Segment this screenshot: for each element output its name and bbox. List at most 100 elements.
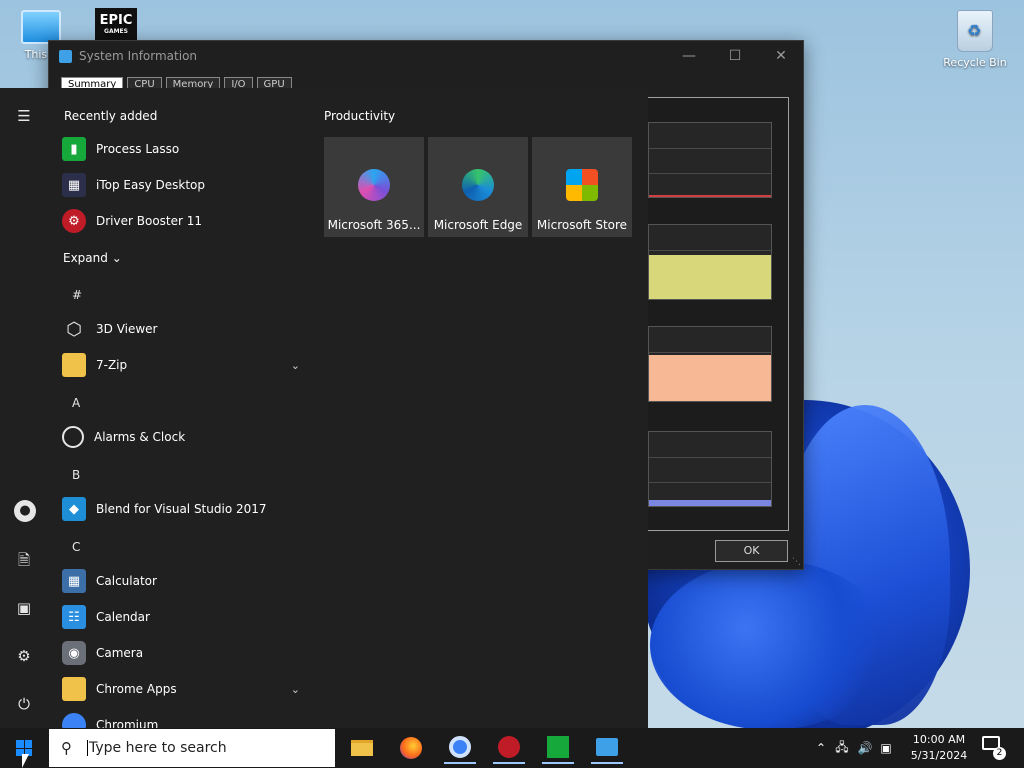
system-information-icon	[596, 738, 618, 756]
letter-header-a[interactable]: A	[72, 396, 80, 410]
chromium-icon	[62, 713, 86, 728]
tile-microsoft-365[interactable]: Microsoft 365...	[324, 137, 424, 237]
search-input[interactable]	[89, 740, 319, 756]
app-camera[interactable]: ◉ Camera	[48, 635, 310, 671]
microsoft-365-icon	[358, 169, 390, 201]
taskbar-file-explorer[interactable]	[346, 732, 378, 764]
firefox-icon	[400, 737, 422, 759]
resize-grip-icon[interactable]: ⋱	[792, 557, 801, 567]
app-label: Calculator	[96, 574, 157, 588]
settings-icon[interactable]: ⚙	[10, 642, 38, 670]
system-tray: ⌃ 🖧 🔊 ▣	[816, 728, 896, 768]
app-3d-viewer[interactable]: ⬡ 3D Viewer	[48, 311, 310, 347]
recently-added-header: Recently added	[64, 109, 158, 123]
expand-button[interactable]: Expand ⌄	[63, 251, 122, 265]
hamburger-icon[interactable]: ☰	[10, 102, 38, 130]
chevron-down-icon[interactable]: ⌄	[291, 359, 300, 372]
screen-icon[interactable]: ▣	[876, 741, 896, 755]
app-label: iTop Easy Desktop	[96, 178, 205, 192]
mouse-cursor	[22, 754, 29, 768]
chevron-up-icon[interactable]: ⌃	[816, 741, 830, 755]
app-chrome-apps[interactable]: Chrome Apps ⌄	[48, 671, 310, 707]
letter-header-b[interactable]: B	[72, 468, 80, 482]
blend-icon: ◆	[62, 497, 86, 521]
camera-icon: ◉	[62, 641, 86, 665]
app-label: Alarms & Clock	[94, 430, 186, 444]
process-lasso-icon	[547, 736, 569, 758]
app-label: Chrome Apps	[96, 682, 177, 696]
cpu-graph	[648, 122, 772, 198]
app-label: 7-Zip	[96, 358, 128, 372]
driver-booster-icon: ⚙	[62, 209, 86, 233]
notification-center-button[interactable]: 2	[982, 736, 1006, 760]
chevron-down-icon: ⌄	[111, 251, 122, 265]
memory-graph	[648, 224, 772, 300]
minimize-button[interactable]: —	[666, 45, 712, 67]
edge-icon	[462, 169, 494, 201]
taskbar-driver-booster[interactable]	[493, 732, 525, 764]
start-menu: ☰ ● 🗎 ▣ ⚙ ⏻ Recently added ▮ Process Las…	[0, 88, 648, 728]
app-7-zip[interactable]: 7-Zip ⌄	[48, 347, 310, 383]
taskbar-chromium[interactable]	[444, 732, 476, 764]
calendar-icon: ☷	[62, 605, 86, 629]
gpu-graph	[648, 431, 772, 507]
chevron-down-icon[interactable]: ⌄	[291, 683, 300, 696]
tile-label: Microsoft Store	[536, 218, 628, 232]
app-blend[interactable]: ◆ Blend for Visual Studio 2017	[48, 491, 310, 527]
tile-microsoft-edge[interactable]: Microsoft Edge	[428, 137, 528, 237]
app-label: Blend for Visual Studio 2017	[96, 502, 267, 516]
store-icon	[566, 169, 598, 201]
notification-badge: 2	[993, 747, 1006, 760]
itop-easy-desktop-icon: ▦	[62, 173, 86, 197]
system-information-icon	[59, 49, 72, 63]
app-calculator[interactable]: ▦ Calculator	[48, 563, 310, 599]
close-button[interactable]: ✕	[758, 45, 804, 67]
user-icon[interactable]: ●	[14, 500, 36, 522]
app-process-lasso[interactable]: ▮ Process Lasso	[48, 131, 310, 167]
process-lasso-icon: ▮	[62, 137, 86, 161]
cpu-graph-fill	[649, 189, 771, 197]
documents-icon[interactable]: 🗎	[10, 546, 38, 574]
clock[interactable]: 10:00 AM 5/31/2024	[904, 732, 974, 764]
file-explorer-icon	[351, 740, 373, 756]
ok-button[interactable]: OK	[715, 540, 788, 562]
chromium-icon	[449, 736, 471, 758]
wallpaper-bloom-petal	[650, 560, 890, 730]
app-chromium[interactable]: Chromium	[48, 707, 310, 728]
taskbar-system-information[interactable]	[591, 732, 623, 764]
memory-graph-fill	[649, 255, 771, 299]
letter-header-c[interactable]: C	[72, 540, 80, 554]
power-icon[interactable]: ⏻	[10, 690, 38, 718]
maximize-button[interactable]: ☐	[712, 45, 758, 67]
desktop-icon-label: Recycle Bin	[943, 56, 1007, 69]
io-graph-fill	[649, 355, 771, 401]
summary-graphs-panel	[647, 97, 789, 531]
app-itop-easy-desktop[interactable]: ▦ iTop Easy Desktop	[48, 167, 310, 203]
volume-icon[interactable]: 🔊	[854, 741, 876, 755]
productivity-header: Productivity	[324, 109, 396, 123]
network-icon[interactable]: 🖧	[830, 738, 854, 759]
calculator-icon: ▦	[62, 569, 86, 593]
folder-icon	[62, 353, 86, 377]
app-list[interactable]: Recently added ▮ Process Lasso ▦ iTop Ea…	[48, 88, 310, 728]
clock-time: 10:00 AM	[912, 733, 966, 746]
letter-header-hash[interactable]: #	[72, 288, 82, 302]
desktop-icon-recycle-bin[interactable]: Recycle Bin	[938, 10, 1012, 69]
app-calendar[interactable]: ☷ Calendar	[48, 599, 310, 635]
tile-microsoft-store[interactable]: Microsoft Store	[532, 137, 632, 237]
io-graph	[648, 326, 772, 402]
app-driver-booster[interactable]: ⚙ Driver Booster 11	[48, 203, 310, 239]
recycle-bin-icon	[957, 10, 993, 52]
pictures-icon[interactable]: ▣	[10, 594, 38, 622]
app-label: Calendar	[96, 610, 150, 624]
start-rail: ☰ ● 🗎 ▣ ⚙ ⏻	[0, 88, 48, 728]
gpu-graph-fill	[649, 500, 771, 506]
taskbar-process-lasso[interactable]	[542, 732, 574, 764]
text-caret	[87, 740, 88, 756]
taskbar-firefox[interactable]	[395, 732, 427, 764]
app-label: Chromium	[96, 718, 159, 728]
app-alarms-clock[interactable]: Alarms & Clock	[48, 419, 310, 455]
app-label: Process Lasso	[96, 142, 180, 156]
search-box[interactable]: ⚲	[49, 729, 335, 767]
app-label: Camera	[96, 646, 144, 660]
